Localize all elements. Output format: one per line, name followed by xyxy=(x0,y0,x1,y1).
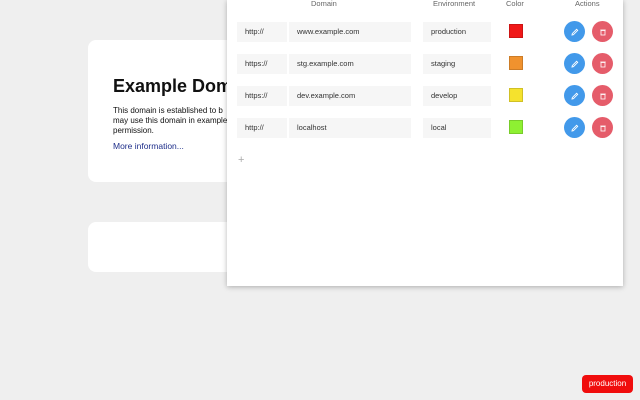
trash-icon xyxy=(599,93,606,99)
table-row: http:// localhost local xyxy=(227,116,623,140)
pencil-icon xyxy=(570,60,578,68)
protocol-select[interactable]: http:// xyxy=(245,20,264,44)
trash-icon xyxy=(599,29,606,35)
domain-input[interactable]: localhost xyxy=(297,116,327,140)
edit-button[interactable] xyxy=(564,53,585,74)
color-swatch[interactable] xyxy=(509,24,523,38)
trash-icon xyxy=(599,61,606,67)
delete-button[interactable] xyxy=(592,53,613,74)
delete-button[interactable] xyxy=(592,117,613,138)
pencil-icon xyxy=(570,92,578,100)
environment-input[interactable]: staging xyxy=(431,52,455,76)
protocol-select[interactable]: https:// xyxy=(245,52,268,76)
table-row: https:// stg.example.com staging xyxy=(227,52,623,76)
page-body-text: This domain is established to b may use … xyxy=(113,106,228,135)
delete-button[interactable] xyxy=(592,21,613,42)
table-row: http:// www.example.com production xyxy=(227,20,623,44)
delete-button[interactable] xyxy=(592,85,613,106)
environment-badge: production xyxy=(582,375,633,393)
column-header-domain: Domain xyxy=(311,0,337,8)
color-swatch[interactable] xyxy=(509,120,523,134)
column-header-color: Color xyxy=(506,0,524,8)
environment-input[interactable]: production xyxy=(431,20,466,44)
column-header-environment: Environment xyxy=(433,0,476,8)
pencil-icon xyxy=(570,124,578,132)
more-information-link[interactable]: More information... xyxy=(113,141,184,151)
domain-input[interactable]: stg.example.com xyxy=(297,52,354,76)
table-row: https:// dev.example.com develop xyxy=(227,84,623,108)
environment-settings-popup: Domain Environment Color Actions http://… xyxy=(227,0,623,286)
domain-input[interactable]: www.example.com xyxy=(297,20,360,44)
edit-button[interactable] xyxy=(564,85,585,106)
protocol-select[interactable]: https:// xyxy=(245,84,268,108)
edit-button[interactable] xyxy=(564,117,585,138)
environment-input[interactable]: local xyxy=(431,116,446,140)
pencil-icon xyxy=(570,28,578,36)
domain-input[interactable]: dev.example.com xyxy=(297,84,355,108)
add-row-button[interactable]: + xyxy=(238,154,244,166)
protocol-select[interactable]: http:// xyxy=(245,116,264,140)
edit-button[interactable] xyxy=(564,21,585,42)
environment-input[interactable]: develop xyxy=(431,84,457,108)
color-swatch[interactable] xyxy=(509,88,523,102)
trash-icon xyxy=(599,125,606,131)
column-header-actions: Actions xyxy=(575,0,600,8)
color-swatch[interactable] xyxy=(509,56,523,70)
